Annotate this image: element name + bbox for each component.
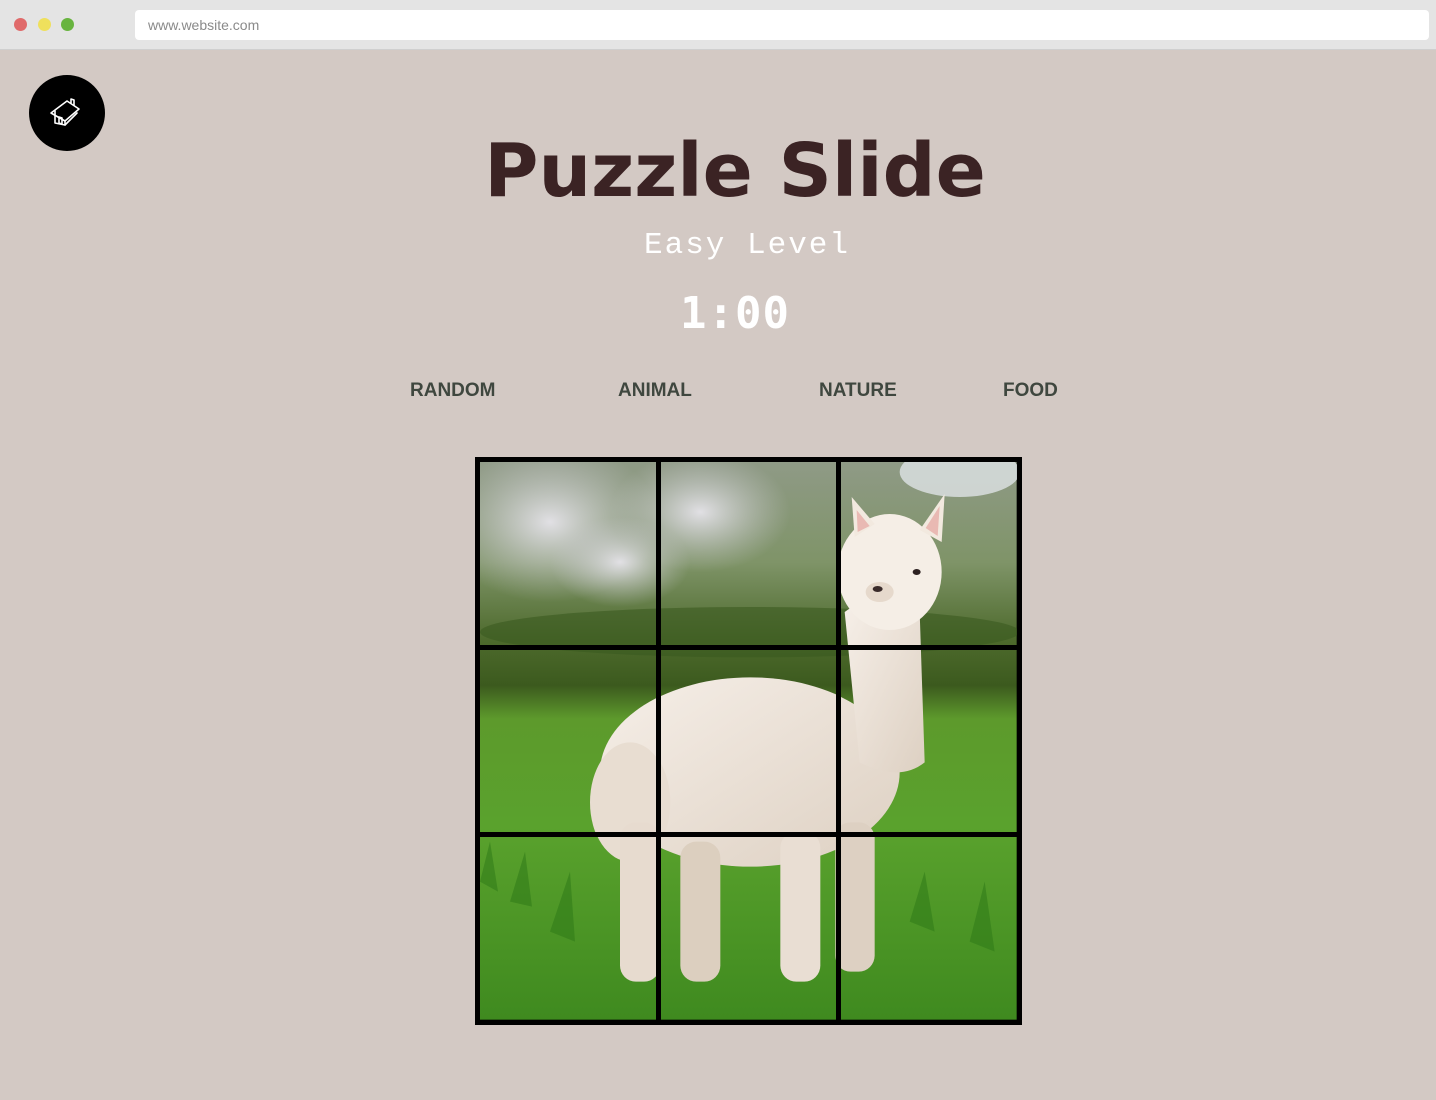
tile-image: [480, 649, 656, 833]
close-window-button[interactable]: [14, 18, 27, 31]
category-random[interactable]: RANDOM: [410, 380, 496, 402]
tile-image: [660, 462, 837, 645]
puzzle-tile-8[interactable]: [660, 837, 837, 1020]
difficulty-level: Easy Level: [643, 228, 851, 263]
category-animal[interactable]: ANIMAL: [618, 380, 692, 402]
tile-image: [480, 462, 656, 645]
puzzle-tile-5[interactable]: [660, 649, 837, 833]
tile-image: [841, 462, 1017, 645]
category-food[interactable]: FOOD: [1003, 380, 1058, 402]
tile-image: [660, 649, 837, 833]
tile-image: [841, 837, 1017, 1020]
maximize-window-button[interactable]: [61, 18, 74, 31]
puzzle-tile-7[interactable]: [480, 837, 656, 1020]
category-nature[interactable]: NATURE: [819, 380, 897, 402]
minimize-window-button[interactable]: [38, 18, 51, 31]
tile-image: [660, 837, 837, 1020]
puzzle-tile-9[interactable]: [841, 837, 1017, 1020]
tile-image: [480, 837, 656, 1020]
tile-image: [841, 649, 1017, 833]
puzzle-tile-3[interactable]: [841, 462, 1017, 645]
puzzle-tile-1[interactable]: [480, 462, 656, 645]
puzzle-board: [475, 457, 1022, 1025]
address-bar[interactable]: www.website.com: [135, 10, 1429, 40]
puzzle-tile-2[interactable]: [660, 462, 837, 645]
browser-toolbar: www.website.com: [0, 0, 1436, 50]
puzzle-tile-4[interactable]: [480, 649, 656, 833]
game-title: Puzzle Slide: [484, 128, 986, 214]
puzzle-tile-6[interactable]: [841, 649, 1017, 833]
countdown-timer: 1:00: [680, 288, 790, 339]
